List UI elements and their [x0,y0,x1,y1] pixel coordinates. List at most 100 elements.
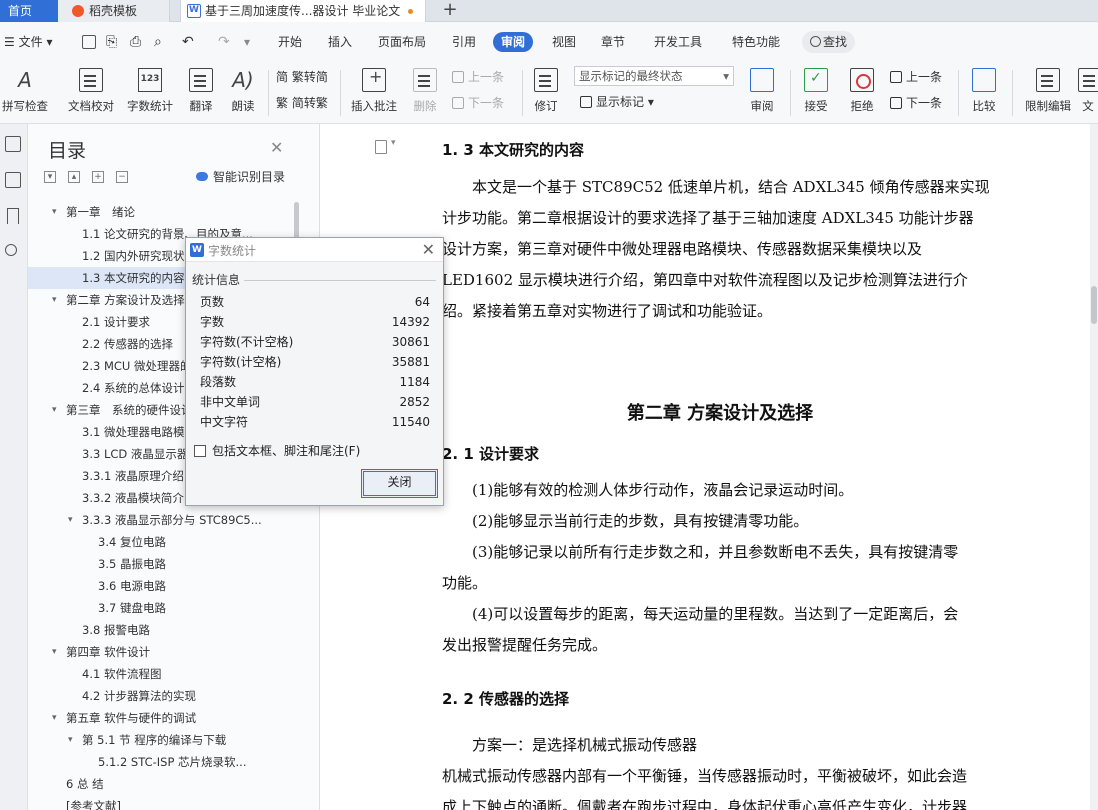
toc-item[interactable]: 4.1 软件流程图 [28,663,290,685]
find-icon[interactable] [5,244,17,256]
insert-comment-button[interactable]: 插入批注 [346,62,402,124]
toc-item[interactable]: 3.8 报警电路 [28,619,290,641]
chevron-down-icon[interactable]: ▾ [68,729,73,751]
show-markup-button[interactable]: 显示标记 ▾ [580,93,654,110]
delete-comment-icon [413,68,437,92]
add-item-icon[interactable]: + [92,171,104,183]
undo-icon[interactable]: ↶ [182,22,194,62]
file-menu[interactable]: ☰ 文件 ▾ [4,22,52,62]
stat-value: 11540 [391,415,430,429]
menu-special[interactable]: 特色功能 [732,22,780,62]
word-count-button[interactable]: 123 字数统计 [124,62,176,124]
menu-developer[interactable]: 开发工具 [654,22,702,62]
restrict-edit-button[interactable]: 限制编辑 [1020,62,1076,124]
doc-proof-button[interactable]: 文档校对 [64,62,118,124]
menu-references[interactable]: 引用 [452,22,476,62]
text-line: 设计方案，第三章对硬件中微处理器电路模块、传感器数据采集模块以及 [442,240,923,258]
delete-comment-button[interactable]: 删除 [404,62,446,124]
toc-item[interactable]: [参考文献] [28,795,290,810]
print-icon[interactable]: ⎙ [130,22,141,62]
expand-level-icon[interactable]: ▴ [68,171,80,183]
menu-chapter[interactable]: 章节 [601,22,625,62]
checkbox-box[interactable] [194,445,206,457]
toc-item[interactable]: ▾ 第五章 软件与硬件的调试 [28,707,290,729]
include-textbox-checkbox[interactable]: 包括文本框、脚注和尾注(F) [194,442,360,459]
toc-item[interactable]: ▾ 第一章 绪论 [28,201,290,223]
scroll-thumb[interactable] [1091,286,1097,324]
menu-view[interactable]: 视图 [552,22,576,62]
toc-item[interactable]: ▾ 第四章 软件设计 [28,641,290,663]
quick-access-more-icon[interactable]: ▾ [244,22,250,62]
prev-change-button[interactable]: 上一条 [890,68,942,85]
new-tab-button[interactable]: + [440,0,460,22]
markup-state-select[interactable]: 显示标记的最终状态 [574,66,734,86]
read-aloud-button[interactable]: A) 朗读 [226,62,260,124]
menu-start[interactable]: 开始 [278,22,302,62]
close-icon[interactable]: ✕ [270,138,283,157]
heading-2-1: 2. 1 设计要求 [442,445,540,463]
save-icon[interactable] [82,35,96,49]
document-scrollbar[interactable] [1090,124,1098,810]
toc-item[interactable]: ▾ 第 5.1 节 程序的编译与下载 [28,729,290,751]
collapse-all-icon[interactable]: ▾ [44,171,56,183]
stat-label: 中文字符 [200,415,249,429]
tab-home[interactable]: 首页 [0,0,58,22]
menu-review[interactable]: 审阅 [493,32,534,52]
toc-item[interactable]: 3.7 键盘电路 [28,597,290,619]
search-button[interactable]: 查找 [802,31,856,53]
stat-value: 2852 [399,395,430,409]
read-aloud-icon: A) [232,68,254,92]
menu-page-layout[interactable]: 页面布局 [378,22,426,62]
menu-insert[interactable]: 插入 [328,22,352,62]
stat-row: 字数 14392 [200,312,432,332]
doc-permission-button[interactable]: 文 [1078,62,1098,124]
prev-comment-button[interactable]: 上一条 [452,68,504,85]
toc-item[interactable]: 3.6 电源电路 [28,575,290,597]
toc-item[interactable]: 5.1.2 STC-ISP 芯片烧录软... [28,751,290,773]
toc-item[interactable]: 4.2 计步器算法的实现 [28,685,290,707]
review-pane-button[interactable]: 审阅 [742,62,782,124]
text-line: 成上下触点的通断。佩戴者在跑步过程中，身体起伏重心高低产生变化，计步器 [442,798,968,810]
toc-item[interactable]: ▾ 3.3.3 液晶显示部分与 STC89C5... [28,509,290,531]
accept-icon [804,68,828,92]
stat-value: 35881 [391,355,430,369]
accept-button[interactable]: 接受 [796,62,836,124]
tab-template[interactable]: 稻壳模板 [58,0,170,22]
remove-item-icon[interactable]: − [116,171,128,183]
chevron-down-icon[interactable]: ▾ [52,201,57,223]
text-line: 方案一：是选择机械式振动传感器 [442,736,698,754]
revise-button[interactable]: 修订 [526,62,566,124]
chevron-down-icon[interactable]: ▾ [52,399,57,421]
toc-panel-icon[interactable] [5,136,21,152]
toc-item-label: 第二章 方案设计及选择 [66,293,185,307]
smart-toc-button[interactable]: 智能识别目录 [196,168,285,185]
translate-button[interactable]: 翻译 [182,62,220,124]
close-button[interactable]: 关闭 [361,469,438,498]
toc-item[interactable]: 3.5 晶振电路 [28,553,290,575]
chevron-down-icon[interactable]: ▾ [52,641,57,663]
close-icon[interactable]: ✕ [422,240,435,259]
bookmark-icon[interactable] [7,208,19,224]
paragraph-marker-icon[interactable] [375,138,396,154]
print-preview-icon[interactable]: ⌕ [154,22,162,62]
stat-label: 字符数(不计空格) [200,335,294,349]
redo-icon[interactable]: ↷ [218,22,230,62]
next-change-button[interactable]: 下一条 [890,94,942,111]
simplified-to-traditional-button[interactable]: 繁 简转繁 [276,94,328,111]
heading-1-3: 1. 3 本文研究的内容 [442,141,585,159]
compare-button[interactable]: 比较 [964,62,1004,124]
toc-item[interactable]: 6 总 结 [28,773,290,795]
export-pdf-icon[interactable]: ⎘ [106,22,117,62]
translate-icon [189,68,213,92]
next-comment-button[interactable]: 下一条 [452,94,504,111]
chevron-down-icon[interactable]: ▾ [68,509,73,531]
chapter-nav-icon[interactable] [5,172,21,188]
spell-check-button[interactable]: A 拼写检查 [0,62,50,124]
tab-document[interactable]: W 基于三周加速度传...器设计 毕业论文 [180,0,426,22]
review-pane-icon [750,68,774,92]
reject-button[interactable]: 拒绝 [842,62,882,124]
chevron-down-icon[interactable]: ▾ [52,289,57,311]
toc-item[interactable]: 3.4 复位电路 [28,531,290,553]
chevron-down-icon[interactable]: ▾ [52,707,57,729]
traditional-to-simplified-button[interactable]: 简 繁转简 [276,68,328,85]
